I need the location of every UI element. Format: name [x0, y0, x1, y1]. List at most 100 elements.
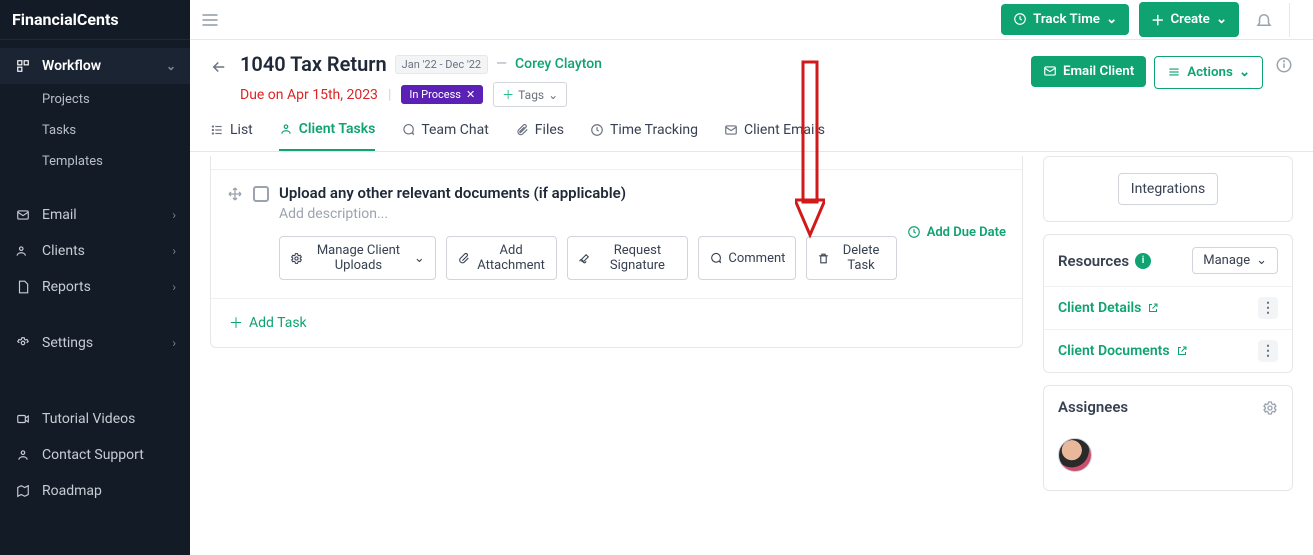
- assignees-panel: Assignees: [1043, 385, 1293, 491]
- chevron-down-icon: ⌄: [548, 88, 558, 102]
- manage-resources-button[interactable]: Manage ⌄: [1192, 247, 1278, 274]
- task-row: Upload any other relevant documents (if …: [211, 170, 1022, 299]
- external-link-icon: [1176, 343, 1188, 359]
- nav-workflow-label: Workflow: [42, 58, 101, 74]
- comment-button[interactable]: Comment: [698, 236, 796, 280]
- plus-icon: ＋: [229, 313, 243, 333]
- tags-button[interactable]: ＋ Tags ⌄: [493, 82, 567, 107]
- resources-panel: Resources i Manage ⌄ Client Details ⋮ Cl…: [1043, 234, 1293, 373]
- task-description-placeholder[interactable]: Add description...: [279, 206, 897, 222]
- gear-icon[interactable]: [1262, 398, 1278, 416]
- integrations-button[interactable]: Integrations: [1118, 173, 1218, 205]
- add-due-date-button[interactable]: Add Due Date: [907, 184, 1006, 280]
- brand-logo: FinancialCents: [0, 0, 190, 40]
- date-range-chip: Jan '22 - Dec '22: [395, 55, 488, 74]
- user-icon: [279, 121, 293, 137]
- nav-sub-templates[interactable]: Templates: [0, 146, 190, 177]
- add-attachment-button[interactable]: Add Attachment: [446, 236, 558, 280]
- list-icon: [210, 122, 224, 138]
- client-name-link[interactable]: Corey Clayton: [515, 56, 602, 72]
- due-date-text: Due on Apr 15th, 2023: [240, 87, 378, 103]
- support-icon: [14, 448, 32, 462]
- nav-sub-tasks[interactable]: Tasks: [0, 115, 190, 146]
- trash-icon: [817, 251, 830, 266]
- page-header: 1040 Tax Return Jan '22 - Dec '22 — Core…: [190, 40, 1313, 107]
- chevron-down-icon: ⌄: [1256, 253, 1267, 268]
- create-button[interactable]: ＋ Create ⌄: [1139, 2, 1239, 37]
- status-chip[interactable]: In Process ✕: [401, 85, 483, 104]
- nav-tutorials[interactable]: Tutorial Videos: [0, 401, 190, 437]
- task-title: Upload any other relevant documents (if …: [279, 184, 897, 202]
- nav-support[interactable]: Contact Support: [0, 437, 190, 473]
- nav-roadmap[interactable]: Roadmap: [0, 473, 190, 509]
- document-icon: [14, 280, 32, 294]
- video-icon: [14, 412, 32, 426]
- info-badge-icon: i: [1135, 253, 1151, 269]
- task-checkbox[interactable]: [253, 186, 269, 202]
- bell-icon[interactable]: [1249, 11, 1279, 29]
- request-signature-button[interactable]: Request Signature: [567, 236, 688, 280]
- task-list: Upload any other relevant documents (if …: [210, 156, 1023, 348]
- back-arrow-icon[interactable]: [210, 58, 228, 76]
- menu-icon: [1167, 65, 1181, 80]
- info-icon[interactable]: [1271, 56, 1293, 74]
- paperclip-icon: [515, 122, 529, 138]
- chevron-down-icon: ⌄: [414, 251, 425, 266]
- plus-icon: ＋: [502, 86, 514, 103]
- delete-task-button[interactable]: Delete Task: [806, 236, 896, 280]
- chevron-down-icon: ⌄: [166, 59, 176, 73]
- tab-files[interactable]: Files: [515, 121, 564, 151]
- kebab-menu-button[interactable]: ⋮: [1258, 297, 1278, 319]
- resource-link-client-documents[interactable]: Client Documents ⋮: [1044, 329, 1292, 372]
- actions-button[interactable]: Actions ⌄: [1154, 56, 1263, 89]
- chevron-down-icon: ⌄: [1239, 65, 1250, 80]
- external-link-icon: [1147, 300, 1159, 316]
- paperclip-icon: [457, 251, 470, 266]
- previous-task-cutoff: [211, 156, 1022, 170]
- nav-clients[interactable]: Clients ›: [0, 233, 190, 269]
- nav-workflow[interactable]: Workflow ⌄: [0, 48, 190, 84]
- clock-icon: [590, 122, 604, 138]
- track-time-button[interactable]: Track Time ⌄: [1001, 4, 1129, 35]
- email-client-button[interactable]: Email Client: [1031, 56, 1146, 87]
- map-icon: [14, 484, 32, 498]
- hamburger-icon[interactable]: [200, 10, 220, 30]
- assignee-avatar[interactable]: [1058, 438, 1092, 472]
- chevron-right-icon: ›: [172, 208, 176, 222]
- envelope-icon: [14, 208, 32, 222]
- chevron-down-icon: ⌄: [1216, 12, 1227, 27]
- nav-reports[interactable]: Reports ›: [0, 269, 190, 305]
- chevron-down-icon: ⌄: [1106, 12, 1117, 27]
- envelope-icon: [724, 122, 738, 138]
- tab-time-tracking[interactable]: Time Tracking: [590, 121, 698, 151]
- nav-settings[interactable]: Settings ›: [0, 325, 190, 361]
- tab-client-tasks[interactable]: Client Tasks: [279, 121, 376, 151]
- clock-icon: [1013, 12, 1027, 27]
- sidebar: FinancialCents Workflow ⌄ Projects Tasks…: [0, 0, 190, 555]
- integrations-panel: Integrations: [1043, 156, 1293, 222]
- nav-email[interactable]: Email ›: [0, 197, 190, 233]
- chat-icon: [401, 122, 415, 138]
- tab-client-emails[interactable]: Client Emails: [724, 121, 825, 151]
- close-icon[interactable]: ✕: [466, 88, 475, 101]
- drag-handle-icon[interactable]: [227, 186, 243, 280]
- gear-icon: [290, 251, 303, 266]
- nav-sub-projects[interactable]: Projects: [0, 84, 190, 115]
- envelope-icon: [1043, 64, 1057, 79]
- topbar: Track Time ⌄ ＋ Create ⌄: [190, 0, 1313, 40]
- plus-icon: ＋: [1151, 10, 1164, 29]
- kebab-menu-button[interactable]: ⋮: [1258, 340, 1278, 362]
- tab-list[interactable]: List: [210, 121, 253, 151]
- separator-dash: —: [496, 56, 507, 72]
- signature-icon: [578, 251, 591, 266]
- tabs: List Client Tasks Team Chat Files Time T…: [190, 107, 1313, 152]
- users-icon: [14, 244, 32, 258]
- clock-icon: [907, 225, 921, 240]
- page-title: 1040 Tax Return: [240, 52, 387, 76]
- manage-uploads-button[interactable]: Manage Client Uploads ⌄: [279, 236, 436, 280]
- add-task-button[interactable]: ＋ Add Task: [211, 299, 325, 347]
- content: Upload any other relevant documents (if …: [190, 152, 1313, 503]
- gear-icon: [14, 336, 32, 350]
- tab-team-chat[interactable]: Team Chat: [401, 121, 488, 151]
- resource-link-client-details[interactable]: Client Details ⋮: [1044, 286, 1292, 329]
